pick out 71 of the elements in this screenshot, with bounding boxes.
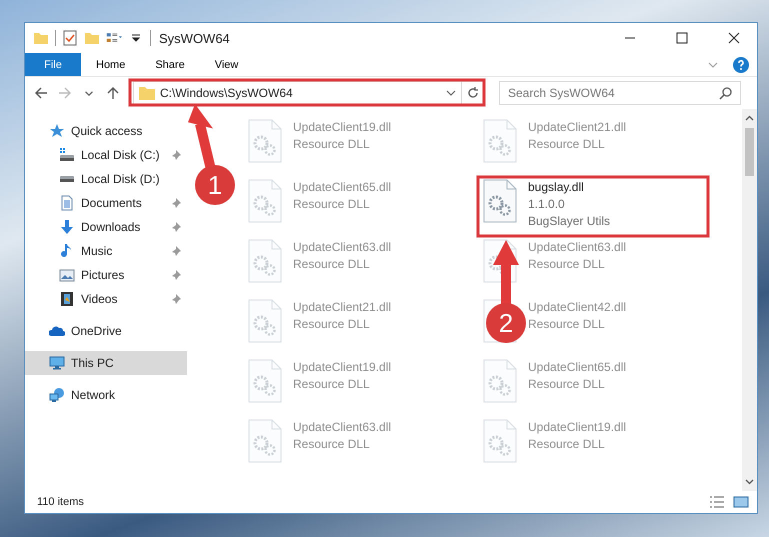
file-name[interactable]: bugslay.dll <box>528 179 610 196</box>
nav-item[interactable]: Music <box>25 239 187 263</box>
dll-file-icon <box>248 239 282 283</box>
film-icon <box>59 291 75 307</box>
up-arrow-icon <box>106 86 120 100</box>
dll-file-icon <box>248 179 282 223</box>
scroll-down-icon[interactable] <box>745 477 754 486</box>
drive-icon <box>59 176 75 182</box>
file-detail: 1.1.0.0 <box>528 196 566 213</box>
dll-file-icon <box>483 419 517 463</box>
file-detail: Resource DLL <box>293 196 371 213</box>
dll-file-icon <box>483 179 517 223</box>
file-tab[interactable]: File <box>25 53 81 76</box>
file-detail: Resource DLL <box>528 376 606 393</box>
network-icon <box>49 387 65 403</box>
left-arrow-icon <box>34 86 48 100</box>
document-icon <box>59 195 75 211</box>
nav-item[interactable]: Documents <box>25 191 187 215</box>
maximize-icon <box>676 32 688 44</box>
dll-file-icon <box>248 119 282 163</box>
checklist-icon[interactable] <box>62 30 78 46</box>
caret-icon <box>446 90 456 96</box>
right-arrow-icon <box>58 86 72 100</box>
refresh-icon <box>467 87 479 99</box>
picture-icon <box>59 267 75 283</box>
ribbon-tab[interactable]: Home <box>81 53 140 76</box>
file-detail: Resource DLL <box>293 256 371 273</box>
scrollbar[interactable] <box>742 109 757 491</box>
file-detail: Resource DLL <box>293 376 371 393</box>
nav-item[interactable]: OneDrive <box>25 319 187 343</box>
file-detail: Resource DLL <box>528 436 606 453</box>
dll-file-icon <box>248 359 282 403</box>
file-detail: Resource DLL <box>293 316 371 333</box>
nav-item[interactable]: Quick access <box>25 119 187 143</box>
nav-item[interactable]: This PC <box>25 351 187 375</box>
file-detail: Resource DLL <box>293 436 371 453</box>
ribbon-tab[interactable]: Share <box>140 53 200 76</box>
caret-icon <box>85 90 93 96</box>
down-arrow-icon <box>59 219 75 235</box>
star-icon <box>49 123 65 139</box>
nav-item[interactable]: Pictures <box>25 263 187 287</box>
file-detail: Resource DLL <box>293 136 371 153</box>
close-icon <box>728 32 740 44</box>
file-detail: Resource DLL <box>528 316 606 333</box>
nav-item[interactable]: Local Disk (C:) <box>25 143 187 167</box>
dll-file-icon <box>248 419 282 463</box>
address-field[interactable]: C:\Windows\SysWOW64 <box>133 81 485 105</box>
dll-file-icon <box>248 299 282 343</box>
file-detail: Resource DLL <box>528 256 606 273</box>
details-view-icon[interactable] <box>709 495 725 509</box>
scroll-up-icon[interactable] <box>745 114 754 123</box>
file-detail: BugSlayer Utils <box>528 213 610 230</box>
ribbon-tab[interactable]: View <box>200 53 254 76</box>
dll-file-icon <box>483 119 517 163</box>
folder-icon <box>139 86 155 100</box>
pointer-arrow <box>493 240 519 305</box>
search-icon <box>719 86 732 100</box>
item-count: 110 items <box>37 496 85 508</box>
scrollbar-thumb[interactable] <box>745 128 754 176</box>
nav-item[interactable]: Videos <box>25 287 187 311</box>
window-title: SysWOW64 <box>159 30 231 46</box>
nav-item[interactable]: Local Disk (D:) <box>25 167 187 191</box>
file-detail: Resource DLL <box>528 136 606 153</box>
large-icons-view-icon[interactable] <box>733 495 749 509</box>
nav-item[interactable]: Network <box>25 383 187 407</box>
drive-icon <box>59 147 75 163</box>
dll-file-icon <box>483 359 517 403</box>
monitor-icon <box>49 355 65 371</box>
search-field[interactable]: Search SysWOW64 <box>499 81 741 105</box>
nav-item[interactable]: Downloads <box>25 215 187 239</box>
help-icon[interactable] <box>733 56 749 72</box>
